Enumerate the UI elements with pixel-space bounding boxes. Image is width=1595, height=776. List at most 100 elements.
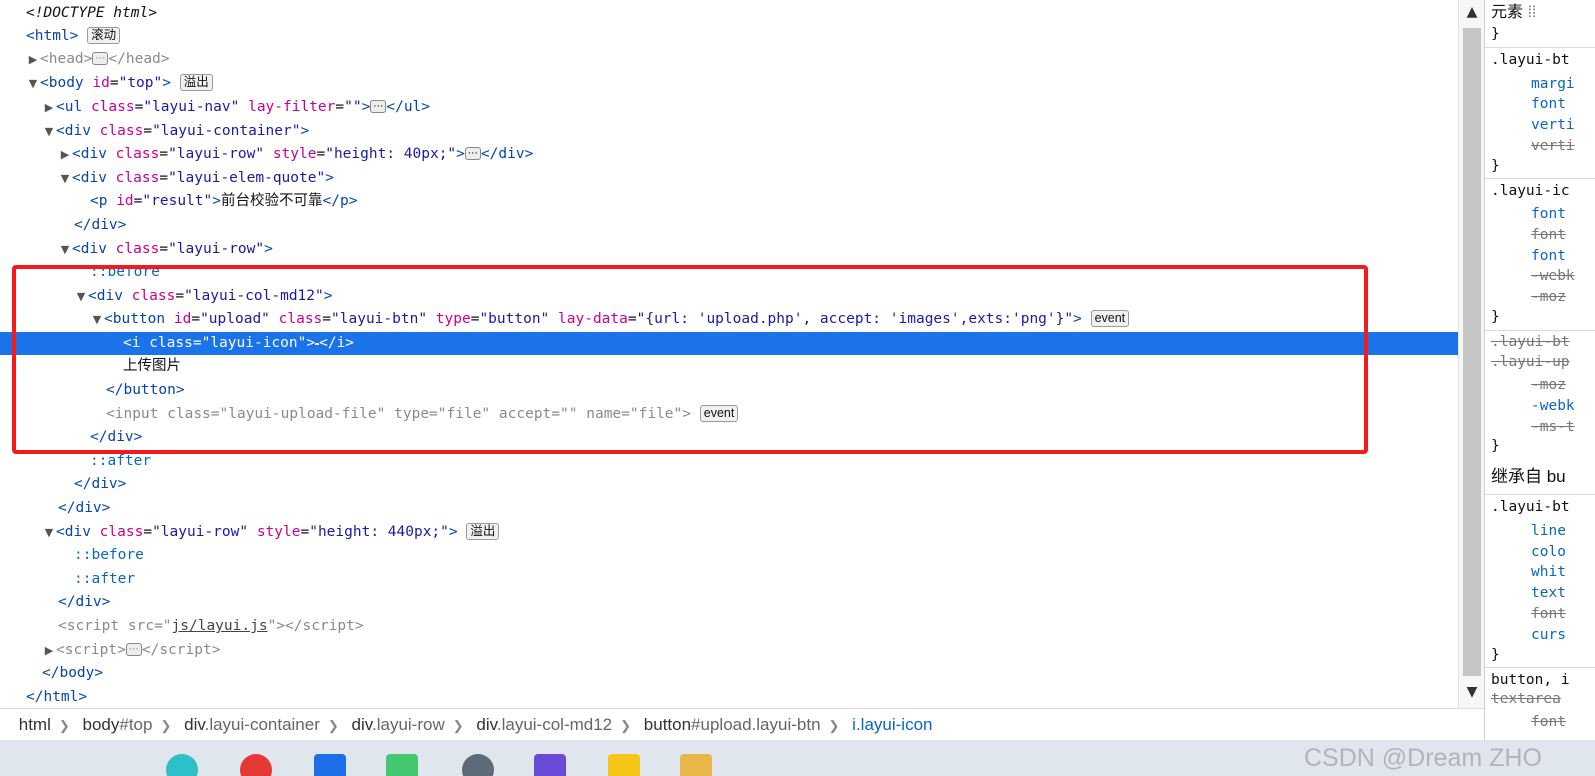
doctype-line[interactable]: <!DOCTYPE html> bbox=[0, 2, 1458, 25]
style-selector[interactable]: textarea bbox=[1491, 689, 1561, 710]
close-div-node[interactable]: </div> bbox=[0, 473, 1458, 496]
dom-scrollbar[interactable]: ▲ ▼ bbox=[1458, 0, 1485, 708]
style-property-overridden[interactable]: -moz bbox=[1531, 287, 1566, 308]
taskbar-app-icon[interactable] bbox=[386, 754, 418, 776]
collapse-triangle-icon[interactable]: ▼ bbox=[42, 120, 56, 143]
breadcrumb-item[interactable]: button#upload.layui-btn bbox=[640, 709, 825, 741]
style-property[interactable]: font bbox=[1531, 246, 1566, 267]
style-property[interactable]: font bbox=[1531, 204, 1566, 225]
attr-name: class bbox=[115, 241, 160, 257]
style-property-overridden[interactable]: font bbox=[1531, 712, 1566, 733]
rule-divider bbox=[1485, 178, 1595, 179]
style-selector[interactable]: button, i bbox=[1491, 670, 1570, 691]
tag-name: div bbox=[75, 500, 102, 516]
row-440-node[interactable]: ▼ <div class="layui-row" style="height: 4… bbox=[0, 521, 1458, 544]
style-property[interactable]: text bbox=[1531, 583, 1566, 604]
expand-triangle-icon[interactable]: ▶ bbox=[58, 143, 72, 166]
script-node[interactable]: ▶ <script> ⋯ </script> bbox=[0, 639, 1458, 662]
p-result-node[interactable]: <p id="result">前台校验不可靠</p> bbox=[0, 190, 1458, 213]
ellipsis-badge[interactable]: ⋯ bbox=[125, 643, 142, 656]
dom-tree-panel[interactable]: <!DOCTYPE html> <html> 滚动 ▶ <head> ⋯ </head… bbox=[0, 0, 1458, 710]
expand-triangle-icon[interactable]: ▶ bbox=[42, 96, 56, 119]
breadcrumb-item[interactable]: div.layui-col-md12 bbox=[472, 709, 616, 741]
taskbar-app-icon[interactable] bbox=[680, 754, 712, 776]
collapse-triangle-icon[interactable]: ▼ bbox=[42, 521, 56, 544]
crumb-class: .layui-container bbox=[204, 715, 320, 734]
collapse-triangle-icon[interactable]: ▼ bbox=[58, 167, 72, 190]
style-property[interactable]: colo bbox=[1531, 542, 1566, 563]
expand-triangle-icon[interactable]: ▶ bbox=[42, 639, 56, 662]
crumb-tag: body bbox=[82, 715, 120, 734]
scrollbar-thumb[interactable] bbox=[1463, 28, 1481, 676]
html-node[interactable]: <html> 滚动 bbox=[0, 25, 1458, 48]
script-src-node[interactable]: <script src="js/layui.js"></script> bbox=[0, 615, 1458, 638]
rule-divider bbox=[1485, 494, 1595, 495]
close-body-node[interactable]: </body> bbox=[0, 662, 1458, 685]
style-property-overridden[interactable]: -moz bbox=[1531, 375, 1566, 396]
expand-triangle-icon[interactable]: ▶ bbox=[26, 48, 40, 71]
close-html-node[interactable]: </html> bbox=[0, 686, 1458, 709]
style-line: } bbox=[1491, 158, 1500, 174]
style-property[interactable]: line bbox=[1531, 521, 1566, 542]
close-div-node[interactable]: </div> bbox=[0, 591, 1458, 614]
style-property[interactable]: verti bbox=[1531, 115, 1575, 136]
breadcrumb-item[interactable]: div.layui-row bbox=[348, 709, 449, 741]
style-property-overridden[interactable]: verti bbox=[1531, 136, 1575, 157]
crumb-tag: div bbox=[184, 715, 205, 734]
taskbar-app-icon[interactable] bbox=[462, 754, 494, 776]
row-node[interactable]: ▼ <div class="layui-row"> bbox=[0, 238, 1458, 261]
ellipsis-badge[interactable]: ⋯ bbox=[370, 100, 387, 113]
elem-quote-node[interactable]: ▼ <div class="layui-elem-quote"> bbox=[0, 167, 1458, 190]
grid-icon[interactable]: ⁞⁞ bbox=[1527, 4, 1536, 21]
head-node[interactable]: ▶ <head> ⋯ </head> bbox=[0, 48, 1458, 71]
style-property-overridden[interactable]: -ms-t bbox=[1531, 417, 1575, 438]
collapse-triangle-icon[interactable]: ▼ bbox=[26, 72, 40, 95]
collapse-triangle-icon[interactable]: ▼ bbox=[58, 238, 72, 261]
ul-node[interactable]: ▶ <ul class="layui-nav" lay-filter=""> ⋯ </… bbox=[0, 96, 1458, 119]
container-node[interactable]: ▼ <div class="layui-container"> bbox=[0, 120, 1458, 143]
tag-name: div bbox=[75, 594, 102, 610]
overflow-badge[interactable]: 溢出 bbox=[466, 523, 500, 540]
elements-tab-label[interactable]: 元素 ⁞⁞ bbox=[1491, 2, 1536, 23]
close-div-node[interactable]: </div> bbox=[0, 497, 1458, 520]
close-div-node[interactable]: </div> bbox=[0, 214, 1458, 237]
ellipsis-badge[interactable]: ⋯ bbox=[92, 52, 109, 65]
scroll-down-icon[interactable]: ▼ bbox=[1459, 684, 1485, 700]
breadcrumb-item[interactable]: div.layui-container bbox=[180, 709, 324, 741]
style-property-overridden[interactable]: -webk bbox=[1531, 266, 1575, 287]
style-property-overridden[interactable]: font bbox=[1531, 225, 1566, 246]
inherited-heading: 继承自 bu bbox=[1491, 467, 1566, 486]
taskbar-app-icon[interactable] bbox=[608, 754, 640, 776]
body-node[interactable]: ▼ <body id="top"> 溢出 bbox=[0, 72, 1458, 95]
tab-label-text: 元素 bbox=[1491, 4, 1524, 21]
taskbar-app-icon[interactable] bbox=[314, 754, 346, 776]
style-property[interactable]: -webk bbox=[1531, 396, 1575, 417]
row-40-node[interactable]: ▶ <div class="layui-row" style="height: 4… bbox=[0, 143, 1458, 166]
scroll-badge[interactable]: 滚动 bbox=[87, 27, 121, 44]
chevron-right-icon: ❯ bbox=[327, 718, 339, 733]
breadcrumb-item[interactable]: html bbox=[15, 709, 55, 741]
style-selector[interactable]: .layui-ic bbox=[1491, 181, 1570, 202]
after-pseudo-node[interactable]: ::after bbox=[0, 568, 1458, 591]
overflow-badge[interactable]: 溢出 bbox=[179, 74, 213, 91]
script-link[interactable]: js/layui.js bbox=[172, 618, 268, 634]
styles-panel[interactable]: 元素 ⁞⁞ } .layui-bt margi font verti verti… bbox=[1484, 0, 1595, 740]
before-pseudo-node[interactable]: ::before bbox=[0, 544, 1458, 567]
style-selector[interactable]: .layui-bt bbox=[1491, 497, 1570, 518]
style-selector[interactable]: .layui-bt bbox=[1491, 332, 1570, 353]
style-property[interactable]: whit bbox=[1531, 562, 1566, 583]
taskbar-app-icon[interactable] bbox=[240, 754, 272, 776]
style-property[interactable]: curs bbox=[1531, 625, 1566, 646]
breadcrumb-item[interactable]: body#top bbox=[79, 709, 157, 741]
scroll-up-icon[interactable]: ▲ bbox=[1459, 4, 1485, 20]
ellipsis-badge[interactable]: ⋯ bbox=[464, 147, 481, 160]
style-property[interactable]: font bbox=[1531, 94, 1566, 115]
style-selector[interactable]: .layui-up bbox=[1491, 352, 1570, 373]
breadcrumb-item-current[interactable]: i.layui-icon bbox=[848, 709, 936, 741]
style-property-overridden[interactable]: font bbox=[1531, 604, 1566, 625]
style-selector[interactable]: .layui-bt bbox=[1491, 50, 1570, 71]
taskbar-app-icon[interactable] bbox=[166, 754, 198, 776]
style-property[interactable]: margi bbox=[1531, 74, 1575, 95]
attr-value: "height: 440px;" bbox=[309, 524, 449, 540]
taskbar-app-icon[interactable] bbox=[534, 754, 566, 776]
